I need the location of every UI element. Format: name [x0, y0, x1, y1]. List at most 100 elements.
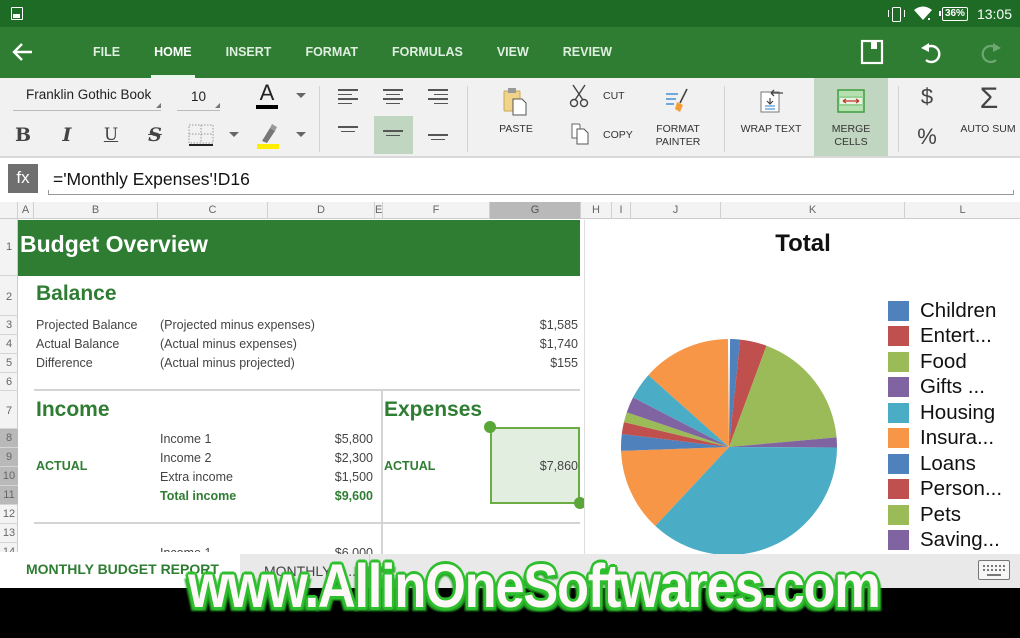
row-header-13[interactable]: 13 [0, 524, 18, 543]
selection-handle-top-left[interactable] [484, 421, 496, 433]
bold-button[interactable]: B [10, 122, 36, 148]
income-value[interactable]: $2,300 [280, 451, 373, 465]
fx-icon[interactable]: fx [8, 164, 38, 193]
balance-desc[interactable]: (Actual minus expenses) [160, 337, 297, 351]
row-header-9[interactable]: 9 [0, 448, 18, 467]
strikethrough-button[interactable]: S [142, 122, 168, 148]
column-header-l[interactable]: L [905, 202, 1020, 219]
balance-desc[interactable]: (Projected minus expenses) [160, 318, 315, 332]
select-all-corner[interactable] [0, 202, 18, 219]
tab-file[interactable]: FILE [76, 27, 137, 78]
undo-icon[interactable] [918, 39, 944, 65]
row-header-1[interactable]: 1 [0, 219, 18, 276]
income-label[interactable]: Income 2 [160, 451, 211, 465]
italic-button[interactable]: I [54, 122, 80, 148]
income-heading[interactable]: Income [36, 398, 110, 422]
income-actual-tag[interactable]: ACTUAL [36, 459, 87, 473]
column-header-g[interactable]: G [490, 202, 581, 219]
column-header-i[interactable]: I [612, 202, 631, 219]
legend-item: Person... [888, 477, 1002, 503]
merge-cells-button[interactable]: MERGE CELLS [814, 78, 888, 156]
highlight-dropdown-icon[interactable] [296, 132, 306, 137]
balance-label[interactable]: Projected Balance [36, 318, 137, 332]
column-header-f[interactable]: F [383, 202, 490, 219]
column-header-k[interactable]: K [721, 202, 905, 219]
column-header-c[interactable]: C [158, 202, 268, 219]
font-color-dropdown-icon[interactable] [296, 93, 306, 98]
column-header-a[interactable]: A [18, 202, 34, 219]
borders-dropdown-icon[interactable] [229, 132, 239, 137]
align-top-icon[interactable] [338, 126, 360, 144]
underline-button[interactable]: U [98, 122, 124, 148]
formula-bar: fx ='Monthly Expenses'!D16 [0, 158, 1020, 202]
row-header-12[interactable]: 12 [0, 505, 18, 524]
column-header-b[interactable]: B [34, 202, 158, 219]
tab-format[interactable]: FORMAT [288, 27, 375, 78]
balance-desc[interactable]: (Actual minus projected) [160, 356, 295, 370]
keyboard-icon[interactable] [978, 560, 1010, 580]
balance-value[interactable]: $1,740 [480, 337, 578, 351]
auto-sum-label: AUTO SUM [960, 123, 1016, 135]
font-size-select[interactable]: 10 [177, 86, 220, 111]
highlight-icon[interactable] [256, 122, 280, 150]
row-header-3[interactable]: 3 [0, 316, 18, 335]
row-header-7[interactable]: 7 [0, 391, 18, 429]
balance-heading[interactable]: Balance [36, 282, 117, 306]
align-middle-icon[interactable] [383, 130, 405, 148]
legend-swatch [888, 377, 909, 398]
paste-button[interactable]: PASTE [490, 84, 542, 148]
income-value[interactable]: $1,500 [280, 470, 373, 484]
wrap-text-button[interactable]: WRAP TEXT [738, 84, 804, 148]
auto-sum-button[interactable]: Σ AUTO SUM [956, 82, 1020, 148]
balance-value[interactable]: $1,585 [480, 318, 578, 332]
copy-button[interactable]: COPY [566, 122, 636, 148]
income-value[interactable]: $5,800 [280, 432, 373, 446]
tab-review[interactable]: REVIEW [546, 27, 629, 78]
save-icon[interactable] [859, 39, 885, 65]
column-header-d[interactable]: D [268, 202, 375, 219]
align-right-icon[interactable] [428, 89, 450, 107]
balance-label[interactable]: Actual Balance [36, 337, 119, 351]
expenses-value[interactable]: $7,860 [490, 459, 578, 473]
income-label[interactable]: Extra income [160, 470, 233, 484]
income-label[interactable]: Income 1 [160, 432, 211, 446]
watermark-text: www.AllinOneSoftwares.com [188, 552, 881, 620]
total-income-label[interactable]: Total income [160, 489, 236, 503]
tab-view[interactable]: VIEW [480, 27, 546, 78]
percent-button[interactable]: % [913, 124, 941, 150]
row-header-11[interactable]: 11 [0, 486, 18, 505]
tab-home[interactable]: HOME [137, 27, 209, 78]
back-arrow-icon[interactable] [10, 40, 36, 64]
currency-button[interactable]: $ [913, 84, 941, 110]
borders-icon[interactable] [188, 124, 214, 148]
legend-swatch [888, 453, 909, 474]
balance-value[interactable]: $155 [480, 356, 578, 370]
align-center-icon[interactable] [383, 89, 405, 107]
align-bottom-icon[interactable] [428, 134, 450, 152]
row-header-10[interactable]: 10 [0, 467, 18, 486]
font-color-button[interactable]: A [254, 82, 280, 110]
spreadsheet-grid[interactable]: A B C D E F G H I J K L 1 2 3 4 5 6 7 8 … [0, 202, 1020, 554]
total-income-value[interactable]: $9,600 [280, 489, 373, 503]
budget-overview-title[interactable]: Budget Overview [18, 220, 580, 276]
align-left-icon[interactable] [338, 89, 360, 107]
column-header-e[interactable]: E [375, 202, 383, 219]
column-header-j[interactable]: J [631, 202, 721, 219]
expenses-actual-tag[interactable]: ACTUAL [384, 459, 435, 473]
row-header-2[interactable]: 2 [0, 276, 18, 316]
balance-label[interactable]: Difference [36, 356, 93, 370]
font-name-select[interactable]: Franklin Gothic Book [13, 86, 161, 111]
row-header-8[interactable]: 8 [0, 429, 18, 448]
tab-insert[interactable]: INSERT [209, 27, 289, 78]
format-painter-button[interactable]: FORMAT PAINTER [650, 84, 706, 148]
row-header-6[interactable]: 6 [0, 373, 18, 391]
formula-input[interactable]: ='Monthly Expenses'!D16 [48, 166, 1014, 195]
row-header-4[interactable]: 4 [0, 335, 18, 354]
tab-formulas[interactable]: FORMULAS [375, 27, 480, 78]
row-header-5[interactable]: 5 [0, 354, 18, 373]
redo-icon[interactable] [978, 39, 1004, 65]
cut-button[interactable]: CUT [566, 84, 636, 110]
expenses-heading[interactable]: Expenses [384, 398, 482, 422]
column-header-h[interactable]: H [581, 202, 612, 219]
pie-chart[interactable]: Total Children Entert... Food Gifts ... Hous… [584, 220, 1020, 554]
